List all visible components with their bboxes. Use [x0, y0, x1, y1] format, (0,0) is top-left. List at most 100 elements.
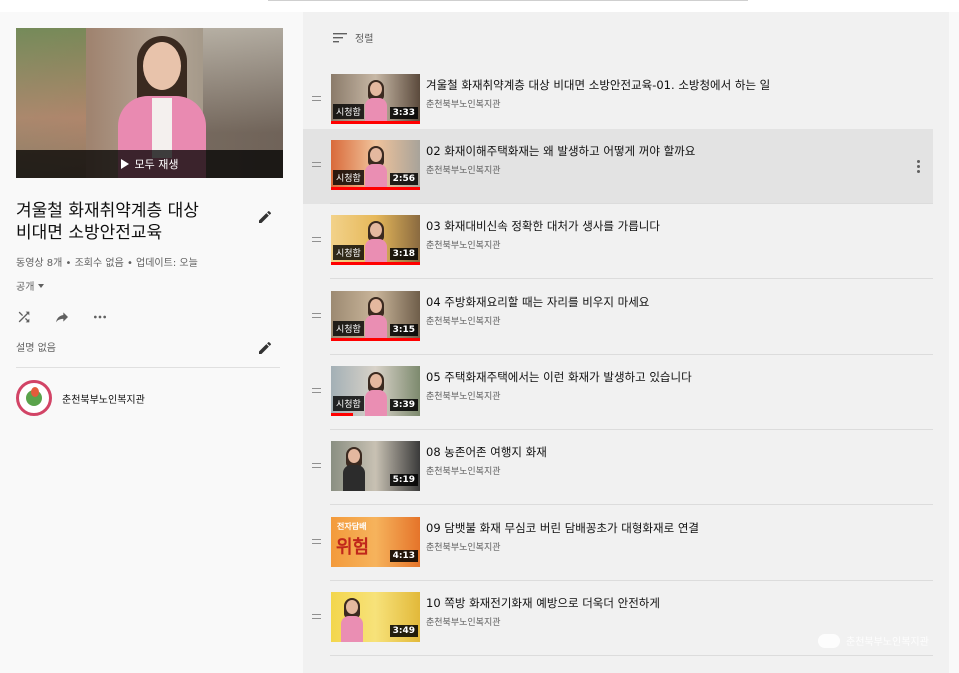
playlist-hero-thumbnail[interactable]: 모두 재생 [16, 28, 283, 178]
sort-label: 정렬 [355, 34, 374, 45]
duration-badge: 2:56 [389, 173, 418, 185]
video-title[interactable]: 10 쪽방 화재전기화재 예방으로 더욱더 안전하게 [426, 595, 660, 611]
watch-progress-bar [331, 121, 420, 124]
presenter-image [365, 372, 387, 416]
thumbnail-caption: 전자담배 [337, 522, 367, 531]
video-title[interactable]: 05 주택화재주택에서는 이런 화재가 발생하고 있습니다 [426, 369, 692, 385]
drag-handle-icon[interactable] [312, 313, 321, 319]
drag-handle-icon[interactable] [312, 162, 321, 168]
video-channel[interactable]: 춘천북부노인복지관 [426, 464, 501, 477]
drag-handle-icon[interactable] [312, 463, 321, 469]
playlist-video-row[interactable]: 시청함 3:15 04 주방화재요리할 때는 자리를 비우지 마세요춘천북부노인복지… [303, 280, 933, 355]
video-thumbnail[interactable]: 3:49 [331, 592, 420, 642]
watched-badge: 시청함 [333, 245, 364, 260]
video-channel[interactable]: 춘천북부노인복지관 [426, 97, 501, 110]
video-title[interactable]: 09 담뱃불 화재 무심코 버린 담배꽁초가 대형화재로 연결 [426, 520, 699, 536]
playlist-video-row[interactable]: 시청함 3:18 03 화재대비신속 정확한 대처가 생사를 가릅니다춘천북부노인복… [303, 204, 933, 279]
video-thumbnail[interactable]: 시청함 3:33 [331, 74, 420, 124]
play-icon [120, 159, 129, 169]
duration-badge: 3:39 [389, 399, 418, 411]
video-title[interactable]: 03 화재대비신속 정확한 대처가 생사를 가릅니다 [426, 218, 660, 234]
playlist-video-row[interactable]: 시청함 3:33 겨울철 화재취약계층 대상 비대면 소방안전교육-01. 소방청에… [303, 63, 933, 138]
drag-handle-icon[interactable] [312, 96, 321, 102]
watch-progress-bar [331, 187, 420, 190]
top-divider [268, 0, 748, 1]
playlist-video-row[interactable]: 시청함 2:56 02 화재이해주택화재는 왜 발생하고 어떻게 꺼야 할까요춘천북… [303, 129, 933, 204]
video-title[interactable]: 08 농존어존 여행지 화재 [426, 444, 547, 460]
watermark-text: 춘천북부노인복지관 [846, 637, 929, 648]
row-divider [330, 655, 933, 656]
playlist-title: 겨울철 화재취약계층 대상 비대면 소방안전교육 [16, 200, 246, 244]
thumbnail-headline: 위험 [336, 537, 370, 558]
presenter-image [365, 146, 387, 190]
video-title[interactable]: 겨울철 화재취약계층 대상 비대면 소방안전교육-01. 소방청에서 하는 일 [426, 77, 770, 93]
presenter-image [365, 297, 387, 341]
video-channel[interactable]: 춘천북부노인복지관 [426, 389, 501, 402]
playlist-video-row[interactable]: 시청함 3:39 05 주택화재주택에서는 이런 화재가 발생하고 있습니다춘천북부… [303, 355, 933, 430]
shuffle-icon[interactable] [16, 309, 32, 325]
play-all-button[interactable]: 모두 재생 [16, 150, 283, 178]
duration-badge: 3:15 [389, 324, 418, 336]
duration-badge: 3:49 [389, 625, 418, 637]
drag-handle-icon[interactable] [312, 539, 321, 545]
watch-progress-bar [331, 262, 420, 265]
drag-handle-icon[interactable] [312, 388, 321, 394]
video-thumbnail[interactable]: 시청함 3:39 [331, 366, 420, 416]
presenter-image [365, 221, 387, 265]
row-divider [330, 278, 933, 279]
duration-badge: 3:33 [389, 107, 418, 119]
more-options-icon[interactable] [92, 309, 108, 325]
playlist-video-row[interactable]: 전자담배위험 4:13 09 담뱃불 화재 무심코 버린 담배꽁초가 대형화재로 연… [303, 506, 933, 581]
playlist-video-row[interactable]: 5:19 08 농존어존 여행지 화재춘천북부노인복지관 [303, 430, 933, 505]
sidebar-divider [16, 367, 280, 368]
video-title[interactable]: 02 화재이해주택화재는 왜 발생하고 어떻게 꺼야 할까요 [426, 143, 695, 159]
video-title[interactable]: 04 주방화재요리할 때는 자리를 비우지 마세요 [426, 294, 649, 310]
playlist-owner[interactable]: 춘천북부노인복지관 [16, 380, 145, 416]
playlist-video-list: 정렬 시청함 3:33 겨울철 화재취약계층 대상 비대면 소방안전교육-01. 소… [303, 12, 949, 673]
video-channel[interactable]: 춘천북부노인복지관 [426, 540, 501, 553]
watermark: 춘천북부노인복지관 [818, 633, 929, 648]
playlist-title-line1: 겨울철 화재취약계층 대상 [16, 201, 199, 221]
playlist-actions [16, 309, 108, 325]
watched-badge: 시청함 [333, 321, 364, 336]
row-divider [330, 504, 933, 505]
channel-avatar[interactable] [16, 380, 52, 416]
video-channel[interactable]: 춘천북부노인복지관 [426, 615, 501, 628]
video-channel[interactable]: 춘천북부노인복지관 [426, 314, 501, 327]
watched-badge: 시청함 [333, 104, 364, 119]
video-channel[interactable]: 춘천북부노인복지관 [426, 238, 501, 251]
video-thumbnail[interactable]: 시청함 3:15 [331, 291, 420, 341]
edit-title-pencil-icon[interactable] [257, 209, 273, 225]
video-channel[interactable]: 춘천북부노인복지관 [426, 163, 501, 176]
video-thumbnail[interactable]: 전자담배위험 4:13 [331, 517, 420, 567]
more-vert-icon[interactable] [917, 160, 921, 174]
playlist-description: 설명 없음 [16, 343, 56, 354]
drag-handle-icon[interactable] [312, 614, 321, 620]
duration-badge: 4:13 [389, 550, 418, 562]
privacy-dropdown[interactable]: 공개 [16, 278, 45, 293]
watched-badge: 시청함 [333, 396, 364, 411]
presenter-image [341, 598, 363, 642]
watch-progress-bar [331, 338, 420, 341]
edit-description-pencil-icon[interactable] [257, 340, 273, 356]
playlist-sidebar: 모두 재생 겨울철 화재취약계층 대상 비대면 소방안전교육 동영상 8개 • … [0, 12, 296, 673]
drag-handle-icon[interactable] [312, 237, 321, 243]
duration-badge: 5:19 [389, 474, 418, 486]
video-thumbnail[interactable]: 5:19 [331, 441, 420, 491]
video-thumbnail[interactable]: 시청함 3:18 [331, 215, 420, 265]
watched-badge: 시청함 [333, 170, 364, 185]
owner-name[interactable]: 춘천북부노인복지관 [62, 391, 145, 406]
watch-progress-bar [331, 413, 354, 416]
sort-icon [333, 32, 347, 42]
sort-button[interactable]: 정렬 [333, 30, 373, 45]
video-thumbnail[interactable]: 시청함 2:56 [331, 140, 420, 190]
presenter-image [365, 80, 387, 124]
playlist-title-line2: 비대면 소방안전교육 [16, 223, 163, 243]
share-icon[interactable] [54, 309, 70, 325]
watermark-logo-icon [818, 633, 840, 648]
privacy-label: 공개 [16, 282, 35, 293]
presenter-image [343, 447, 365, 491]
top-bar [0, 0, 959, 12]
duration-badge: 3:18 [389, 248, 418, 260]
caret-down-icon [38, 283, 45, 288]
